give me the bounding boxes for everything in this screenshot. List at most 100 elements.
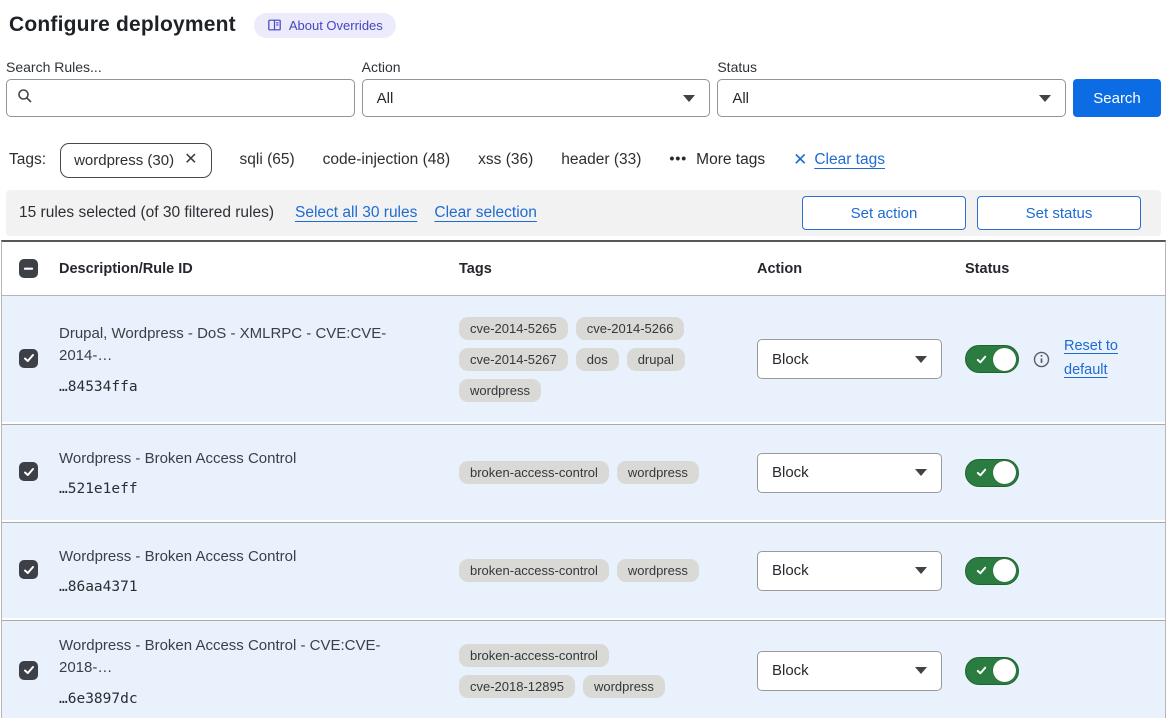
clear-selection-link[interactable]: Clear selection <box>434 204 537 222</box>
rule-action-value: Block <box>772 562 809 579</box>
remove-tag-icon[interactable]: ✕ <box>184 152 197 168</box>
more-tags-button[interactable]: ••• More tags <box>669 151 765 169</box>
set-action-button[interactable]: Set action <box>802 196 966 230</box>
selected-tag-label: wordpress (30) <box>74 152 174 169</box>
rules-rows: Drupal, Wordpress - DoS - XMLRPC - CVE:C… <box>2 296 1165 718</box>
toggle-knob <box>993 559 1016 582</box>
select-all-link[interactable]: Select all 30 rules <box>295 204 417 222</box>
rule-tags: broken-access-controlwordpress <box>444 461 742 484</box>
search-input-container[interactable] <box>6 79 355 117</box>
selection-bar: 15 rules selected (of 30 filtered rules)… <box>6 190 1161 236</box>
rule-action-cell: Block <box>742 453 950 493</box>
rule-row: Wordpress - Broken Access Control - CVE:… <box>2 621 1165 718</box>
rule-action-select[interactable]: Block <box>757 339 942 379</box>
toggle-knob <box>993 348 1016 371</box>
action-filter-value: All <box>377 90 394 107</box>
status-toggle[interactable] <box>965 345 1019 373</box>
status-toggle[interactable] <box>965 557 1019 585</box>
rule-action-select[interactable]: Block <box>757 551 942 591</box>
tag-filter-option[interactable]: sqli (65) <box>240 151 295 169</box>
tags-bar: Tags: wordpress (30) ✕ sqli (65) code-inj… <box>6 140 1161 180</box>
row-checkbox[interactable] <box>19 349 38 368</box>
tag-filter-option[interactable]: header (33) <box>561 151 641 169</box>
about-overrides-badge[interactable]: About Overrides <box>254 13 396 38</box>
selection-actions: Set action Set status <box>802 196 1141 230</box>
set-status-button[interactable]: Set status <box>977 196 1141 230</box>
chevron-down-icon <box>683 95 695 102</box>
rule-tag-pill: wordpress <box>459 379 541 402</box>
rule-action-select[interactable]: Block <box>757 453 942 493</box>
row-checkbox[interactable] <box>19 462 38 481</box>
action-filter-select[interactable]: All <box>362 79 711 117</box>
rule-action-cell: Block <box>742 651 950 691</box>
rule-action-value: Block <box>772 464 809 481</box>
selection-summary: 15 rules selected (of 30 filtered rules) <box>19 204 274 222</box>
search-icon <box>17 88 33 109</box>
selected-tag-chip[interactable]: wordpress (30) ✕ <box>60 143 211 178</box>
rule-action-cell: Block <box>742 339 950 379</box>
ellipsis-icon: ••• <box>669 150 687 166</box>
info-icon[interactable] <box>1033 351 1050 368</box>
rule-row: Wordpress - Broken Access Control …521e1… <box>2 425 1165 520</box>
rule-tags: broken-access-controlwordpress <box>444 559 742 582</box>
rule-tag-pill: broken-access-control <box>459 461 609 484</box>
rule-id: …86aa4371 <box>59 579 424 595</box>
page-header: Configure deployment About Overrides <box>6 8 1161 42</box>
status-toggle[interactable] <box>965 657 1019 685</box>
select-all-checkbox[interactable] <box>19 259 38 278</box>
rule-description-cell: Drupal, Wordpress - DoS - XMLRPC - CVE:C… <box>44 323 444 395</box>
column-header-status: Status <box>950 261 1165 277</box>
rule-description-cell: Wordpress - Broken Access Control - CVE:… <box>44 635 444 707</box>
configure-deployment-page: Configure deployment About Overrides Sea… <box>0 0 1167 718</box>
column-header-description: Description/Rule ID <box>44 261 444 277</box>
rule-id: …521e1eff <box>59 481 424 497</box>
header-checkbox-cell <box>2 259 44 279</box>
search-button[interactable]: Search <box>1073 79 1161 117</box>
status-toggle[interactable] <box>965 459 1019 487</box>
rule-action-value: Block <box>772 662 809 679</box>
rule-tag-pill: cve-2014-5266 <box>576 317 685 340</box>
rule-description: Wordpress - Broken Access Control <box>59 546 424 568</box>
row-checkbox-cell <box>2 661 44 682</box>
search-rules-field: Search Rules... <box>6 59 355 117</box>
rule-tag-pill: cve-2018-12895 <box>459 675 575 698</box>
row-checkbox-cell <box>2 462 44 483</box>
rule-status-cell <box>950 557 1165 585</box>
selection-links: Select all 30 rules Clear selection <box>295 204 537 222</box>
rule-action-cell: Block <box>742 551 950 591</box>
rule-description: Drupal, Wordpress - DoS - XMLRPC - CVE:C… <box>59 323 424 367</box>
status-filter-label: Status <box>717 59 1066 75</box>
book-icon <box>267 18 282 32</box>
row-checkbox-cell <box>2 560 44 581</box>
rule-description-cell: Wordpress - Broken Access Control …86aa4… <box>44 546 444 596</box>
column-header-tags: Tags <box>444 261 742 277</box>
tag-filter-option[interactable]: xss (36) <box>478 151 533 169</box>
chevron-down-icon <box>915 667 927 674</box>
status-filter-select[interactable]: All <box>717 79 1066 117</box>
row-checkbox[interactable] <box>19 560 38 579</box>
rule-tag-pill: broken-access-control <box>459 559 609 582</box>
search-rules-label: Search Rules... <box>6 59 355 75</box>
rule-status-cell <box>950 657 1165 685</box>
status-filter-value: All <box>732 90 749 107</box>
rule-action-select[interactable]: Block <box>757 651 942 691</box>
toggle-knob <box>993 461 1016 484</box>
rule-status-cell <box>950 459 1165 487</box>
rule-description-cell: Wordpress - Broken Access Control …521e1… <box>44 448 444 498</box>
reset-default-link[interactable]: Reset to default <box>1064 335 1126 383</box>
clear-tags-x-icon: ✕ <box>793 150 807 170</box>
rule-id: …6e3897dc <box>59 691 424 707</box>
search-rules-input[interactable] <box>41 80 344 116</box>
tag-filter-option[interactable]: code-injection (48) <box>323 151 451 169</box>
rule-tag-pill: wordpress <box>583 675 665 698</box>
table-header-row: Description/Rule ID Tags Action Status <box>2 242 1165 296</box>
rule-tag-pill: cve-2014-5265 <box>459 317 568 340</box>
rule-status-cell: Reset to default <box>950 335 1165 383</box>
rule-action-value: Block <box>772 351 809 368</box>
chevron-down-icon <box>1039 95 1051 102</box>
clear-tags-link[interactable]: ✕ Clear tags <box>793 150 885 170</box>
chevron-down-icon <box>915 469 927 476</box>
row-checkbox[interactable] <box>19 661 38 680</box>
about-overrides-label: About Overrides <box>289 18 383 33</box>
tags-bar-label: Tags: <box>9 151 46 169</box>
